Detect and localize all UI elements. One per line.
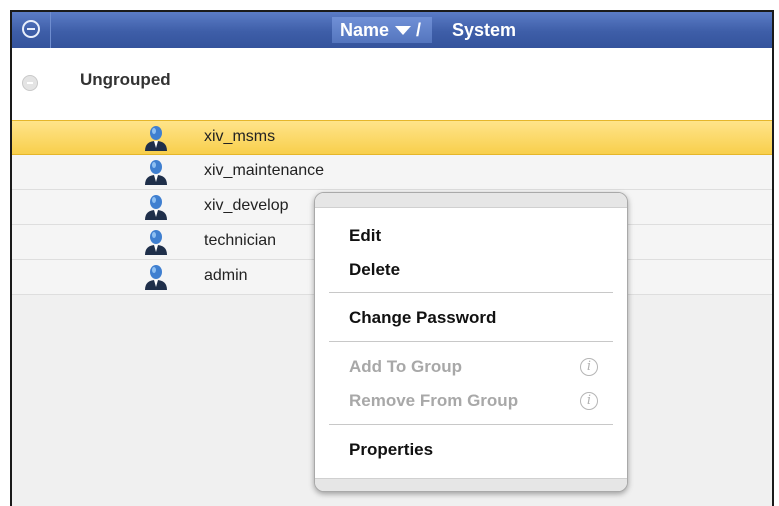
context-menu: Edit Delete Change Password Add To Group… bbox=[314, 192, 628, 492]
menu-divider bbox=[329, 424, 613, 425]
menu-item-delete[interactable]: Delete bbox=[349, 260, 400, 280]
menu-item-add-to-group: Add To Group bbox=[349, 357, 462, 376]
table-row[interactable]: xiv_maintenance bbox=[12, 155, 772, 190]
user-name: xiv_maintenance bbox=[204, 162, 325, 179]
menu-item-change-password[interactable]: Change Password bbox=[349, 308, 496, 328]
user-name: xiv_develop bbox=[204, 197, 289, 214]
menu-divider bbox=[329, 341, 613, 342]
column-header-system[interactable]: System bbox=[452, 17, 516, 43]
collapse-group-icon[interactable] bbox=[22, 75, 38, 91]
user-icon bbox=[145, 126, 167, 151]
info-icon[interactable]: i bbox=[580, 392, 598, 410]
header-divider bbox=[50, 12, 51, 48]
user-name: technician bbox=[204, 232, 277, 249]
sort-descending-icon bbox=[395, 26, 411, 35]
menu-divider bbox=[329, 292, 613, 293]
group-label: Ungrouped bbox=[80, 70, 171, 89]
user-name: admin bbox=[204, 267, 248, 284]
column-separator: / bbox=[416, 20, 422, 40]
menu-item-edit[interactable]: Edit bbox=[349, 226, 381, 246]
user-icon bbox=[145, 160, 167, 185]
user-icon bbox=[145, 265, 167, 290]
column-header-name[interactable]: Name / bbox=[332, 17, 432, 43]
users-table: Name / System Ungrouped xiv_msms xiv_mai… bbox=[10, 10, 774, 506]
collapse-all-icon[interactable] bbox=[22, 20, 40, 38]
user-icon bbox=[145, 230, 167, 255]
context-menu-top-bar bbox=[315, 193, 627, 208]
menu-item-remove-from-group: Remove From Group bbox=[349, 391, 519, 410]
table-row[interactable]: xiv_msms bbox=[12, 120, 772, 155]
user-icon bbox=[145, 195, 167, 220]
info-icon[interactable]: i bbox=[580, 358, 598, 376]
user-name: xiv_msms bbox=[204, 128, 276, 145]
table-header: Name / System bbox=[12, 12, 772, 49]
menu-item-properties[interactable]: Properties bbox=[349, 440, 433, 460]
column-name-label: Name bbox=[340, 20, 390, 40]
context-menu-bottom-bar bbox=[315, 478, 627, 491]
group-row-ungrouped[interactable]: Ungrouped bbox=[12, 48, 772, 121]
